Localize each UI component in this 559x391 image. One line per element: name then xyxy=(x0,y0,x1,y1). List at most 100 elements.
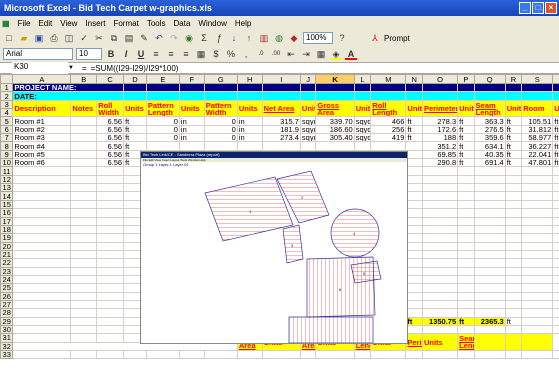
cell[interactable] xyxy=(12,333,72,343)
cell[interactable] xyxy=(473,216,506,226)
units[interactable]: ft xyxy=(504,141,523,151)
align-left-icon[interactable]: ≡ xyxy=(150,48,162,60)
cell[interactable] xyxy=(421,183,459,193)
cell[interactable] xyxy=(457,224,475,235)
row-header[interactable]: 7 xyxy=(0,133,14,143)
cell[interactable] xyxy=(521,216,554,226)
roll-width[interactable]: 6.56 xyxy=(96,141,125,151)
units[interactable]: ft xyxy=(552,149,559,160)
increase-indent-icon[interactable]: ⇥ xyxy=(300,48,312,60)
pattern-width[interactable]: 0 xyxy=(203,133,238,143)
cell[interactable] xyxy=(473,224,506,235)
cell[interactable] xyxy=(421,308,459,318)
header-units[interactable]: Units xyxy=(236,99,263,118)
units[interactable]: sqyd xyxy=(299,116,317,126)
cell[interactable] xyxy=(473,299,506,310)
open-icon[interactable]: ▰ xyxy=(18,32,30,44)
col-header[interactable]: L xyxy=(353,74,372,84)
cell[interactable] xyxy=(473,82,506,93)
cell[interactable] xyxy=(473,249,506,260)
roll-width[interactable]: 6.56 xyxy=(96,116,125,126)
cell[interactable] xyxy=(552,266,559,276)
cell[interactable] xyxy=(521,191,554,201)
cell[interactable] xyxy=(473,199,506,210)
cell[interactable] xyxy=(96,291,125,301)
cell[interactable] xyxy=(457,166,475,176)
units[interactable]: ft xyxy=(552,158,559,168)
maximize-button[interactable]: □ xyxy=(532,2,544,14)
cell[interactable] xyxy=(203,82,238,93)
cell[interactable] xyxy=(261,91,301,101)
cell[interactable] xyxy=(473,266,506,276)
cell[interactable] xyxy=(421,224,459,235)
cell[interactable] xyxy=(421,291,459,301)
units[interactable]: ft xyxy=(123,141,147,151)
col-header[interactable]: N xyxy=(405,74,423,84)
row-header[interactable]: 20 xyxy=(0,241,14,251)
cell[interactable] xyxy=(473,208,506,218)
notes-cell[interactable] xyxy=(70,133,98,143)
col-header[interactable]: A xyxy=(12,74,72,84)
cell[interactable] xyxy=(405,324,423,335)
cell[interactable] xyxy=(96,258,125,268)
cell[interactable] xyxy=(70,166,98,176)
units[interactable]: ft xyxy=(504,116,523,126)
notes-cell[interactable] xyxy=(70,124,98,135)
help-icon[interactable]: ? xyxy=(336,32,348,44)
room-value[interactable]: 22.041 xyxy=(521,149,554,160)
row-header[interactable]: 8 xyxy=(0,141,14,151)
perimeter[interactable]: 69.85 xyxy=(421,149,459,160)
cell[interactable] xyxy=(473,191,506,201)
cell[interactable] xyxy=(405,91,423,101)
cell[interactable] xyxy=(457,216,475,226)
cell[interactable] xyxy=(521,199,554,210)
function-icon[interactable]: ƒ xyxy=(213,32,225,44)
new-icon[interactable]: □ xyxy=(3,32,15,44)
col-header[interactable]: I xyxy=(261,74,301,84)
cell[interactable] xyxy=(504,249,523,260)
cell[interactable] xyxy=(299,349,317,360)
comma-icon[interactable]: , xyxy=(240,48,252,60)
cell[interactable] xyxy=(12,283,72,293)
cell[interactable] xyxy=(504,299,523,310)
gross-area[interactable]: 305.40 xyxy=(315,133,355,143)
cell[interactable] xyxy=(457,199,475,210)
cell[interactable] xyxy=(12,274,72,285)
units[interactable]: ft xyxy=(457,158,475,168)
row-header[interactable]: 14 xyxy=(0,191,14,201)
cell[interactable] xyxy=(457,183,475,193)
units[interactable]: ft xyxy=(405,116,423,126)
cell[interactable] xyxy=(12,224,72,235)
perimeter[interactable]: 278.3 xyxy=(421,116,459,126)
cell[interactable] xyxy=(236,91,263,101)
header-units[interactable]: Units xyxy=(504,99,523,118)
perimeter[interactable]: 290.8 xyxy=(421,158,459,168)
cell[interactable] xyxy=(12,199,72,210)
units[interactable]: ft xyxy=(504,149,523,160)
units[interactable]: ft xyxy=(457,133,475,143)
col-header[interactable]: Q xyxy=(473,74,506,84)
gross-area[interactable]: 186.60 xyxy=(315,124,355,135)
acrobat-icon[interactable]: ⅄ xyxy=(369,32,381,44)
col-header[interactable]: M xyxy=(370,74,407,84)
col-header[interactable]: E xyxy=(145,74,180,84)
cell[interactable] xyxy=(405,191,423,201)
menu-file[interactable]: File xyxy=(18,19,31,28)
cell[interactable] xyxy=(123,82,147,93)
font-size-select[interactable]: 10 xyxy=(76,48,102,60)
units[interactable]: ft xyxy=(504,124,523,135)
cell[interactable] xyxy=(299,82,317,93)
units[interactable]: in xyxy=(178,116,205,126)
cell[interactable] xyxy=(236,82,263,93)
units[interactable]: ft xyxy=(457,316,475,326)
row-header[interactable]: 17 xyxy=(0,216,14,226)
units[interactable]: sqyd xyxy=(353,133,372,143)
cell[interactable] xyxy=(473,333,506,351)
header-net-area[interactable]: Net Area xyxy=(261,99,301,118)
row-header[interactable]: 23 xyxy=(0,266,14,276)
hyperlink-icon[interactable]: ◉ xyxy=(183,32,195,44)
pattern-width[interactable]: 0 xyxy=(203,116,238,126)
cell[interactable] xyxy=(504,183,523,193)
cell[interactable] xyxy=(12,349,72,360)
decrease-indent-icon[interactable]: ⇤ xyxy=(285,48,297,60)
